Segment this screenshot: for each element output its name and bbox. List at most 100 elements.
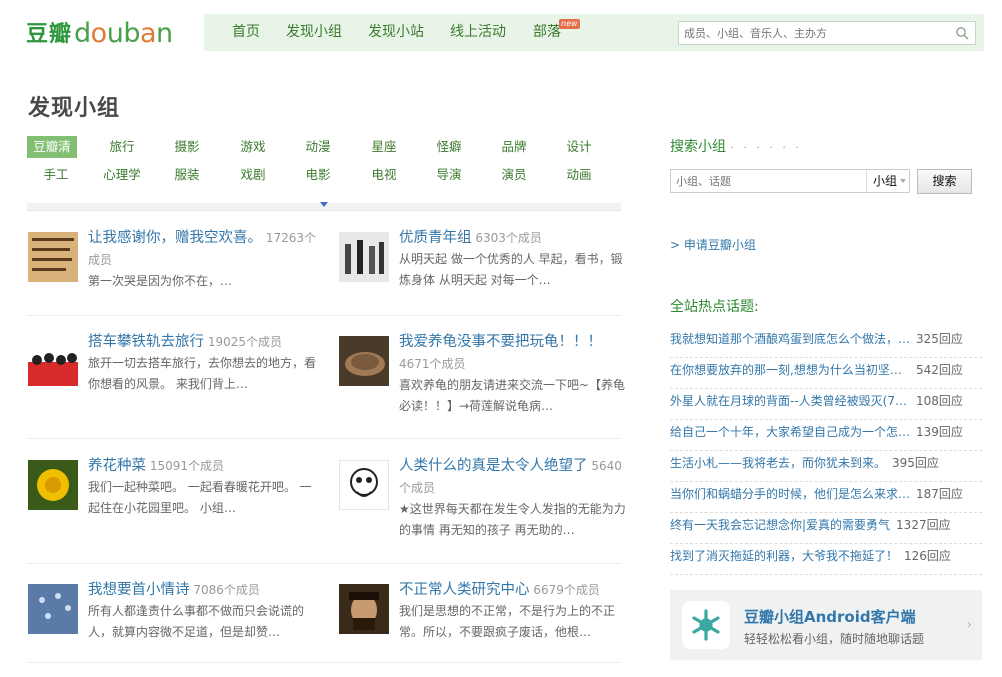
- android-app-banner[interactable]: 豆瓣小组Android客户端 轻轻松松看小组，随时随地聊话题 ›: [670, 590, 982, 660]
- group-description: 我们一起种菜吧。 一起看春暖花开吧。 一起住在小花园里吧。 小组…: [88, 480, 312, 515]
- category-tab[interactable]: 导演: [424, 164, 474, 186]
- group-member-count: 6303个成员: [475, 231, 542, 245]
- hot-topic-title[interactable]: 当你们和蜗蜡分手的时候，他们是怎么来求…: [670, 482, 910, 506]
- logo-english: douban: [74, 18, 173, 49]
- hot-topic-item: 当你们和蜗蜡分手的时候，他们是怎么来求… 187回应: [670, 482, 982, 513]
- hot-topic-title[interactable]: 终有一天我会忘记想念你|爱真的需要勇气: [670, 513, 890, 537]
- app-banner-title: 豆瓣小组Android客户端: [744, 608, 916, 626]
- hot-topic-replies: 542回应: [916, 363, 963, 377]
- group-thumbnail[interactable]: [28, 584, 78, 634]
- group-description: 第一次哭是因为你不在，…: [88, 274, 233, 288]
- category-tab[interactable]: 品牌: [489, 136, 539, 158]
- category-tab[interactable]: 摄影: [162, 136, 212, 158]
- hot-topic-replies: 108回应: [916, 394, 963, 408]
- search-icon[interactable]: [955, 26, 969, 40]
- category-tab[interactable]: 怪癖: [424, 136, 474, 158]
- category-tab[interactable]: 游戏: [228, 136, 278, 158]
- group-thumbnail[interactable]: [28, 460, 78, 510]
- row-separator: [27, 438, 621, 439]
- hot-topic-replies: 126回应: [904, 549, 951, 563]
- group-thumbnail[interactable]: [339, 232, 389, 282]
- chevron-down-icon: [900, 179, 906, 183]
- category-tab[interactable]: 旅行: [97, 136, 147, 158]
- group-name[interactable]: 搭车攀铁轨去旅行: [88, 334, 204, 350]
- hot-topics-heading: 全站热点话题:: [670, 299, 759, 315]
- group-thumbnail[interactable]: [339, 584, 389, 634]
- category-tab[interactable]: 动漫: [293, 136, 343, 158]
- hot-topic-title[interactable]: 找到了消灭拖延的利器，大爷我不拖延了！: [670, 544, 898, 568]
- group-name[interactable]: 不正常人类研究中心: [399, 582, 530, 598]
- hot-topic-item: 外星人就在月球的背面--人类曾经被毁灭(7-12) 108回应: [670, 389, 982, 420]
- group-search[interactable]: 小组: [670, 169, 910, 193]
- hot-topic-title[interactable]: 外星人就在月球的背面--人类曾经被毁灭(7-12): [670, 389, 910, 413]
- category-tab[interactable]: 电视: [359, 164, 409, 186]
- group-name[interactable]: 我想要首小情诗: [88, 582, 190, 598]
- hot-topic-item: 生活小札——我将老去，而你犹未到来。 395回应: [670, 451, 982, 482]
- hot-topic-replies: 1327回应: [896, 518, 951, 532]
- group-member-count: 6679个成员: [533, 583, 600, 597]
- category-tab[interactable]: 心理学: [97, 164, 147, 186]
- search-button[interactable]: 搜索: [917, 169, 972, 194]
- expand-categories-icon[interactable]: [320, 202, 328, 207]
- row-separator: [27, 662, 621, 663]
- site-search-input[interactable]: [679, 22, 949, 44]
- hot-topic-replies: 325回应: [916, 332, 963, 346]
- search-groups-heading: 搜索小组 · · · · · ·: [670, 139, 802, 155]
- hot-topic-item: 我就想知道那个酒酿鸡蛋到底怎么个做法，… 325回应: [670, 327, 982, 358]
- hot-topic-title[interactable]: 生活小札——我将老去，而你犹未到来。: [670, 451, 886, 475]
- nav-discover-sites[interactable]: 发现小站: [368, 14, 424, 51]
- category-tab[interactable]: 手工: [31, 164, 81, 186]
- group-thumbnail[interactable]: [28, 336, 78, 386]
- hot-topic-title[interactable]: 我就想知道那个酒酿鸡蛋到底怎么个做法，…: [670, 327, 910, 351]
- category-tab[interactable]: 动画: [554, 164, 604, 186]
- group-member-count: 4671个成员: [399, 357, 466, 371]
- page-title: 发现小组: [28, 96, 121, 121]
- app-banner-subtitle: 轻轻松松看小组，随时随地聊话题: [744, 632, 925, 646]
- group-description: 喜欢养龟的朋友请进来交流一下吧~【养龟必读！！】→荷莲解说龟病…: [399, 378, 626, 413]
- category-tab[interactable]: 演员: [489, 164, 539, 186]
- hot-topic-item: 给自己一个十年，大家希望自己成为一个怎… 139回应: [670, 420, 982, 451]
- category-tab[interactable]: 星座: [359, 136, 409, 158]
- group-name[interactable]: 人类什么的真是太令人绝望了: [399, 458, 588, 474]
- group-member-count: 7086个成员: [193, 583, 260, 597]
- hot-topic-title[interactable]: 给自己一个十年，大家希望自己成为一个怎…: [670, 420, 910, 444]
- new-badge: new: [559, 19, 580, 29]
- hot-topic-item: 在你想要放弃的那一刻,想想为什么当初坚持… 542回应: [670, 358, 982, 389]
- group-thumbnail[interactable]: [28, 232, 78, 282]
- category-tab[interactable]: 设计: [554, 136, 604, 158]
- row-separator: [27, 315, 621, 316]
- category-tab[interactable]: 豆瓣清: [27, 136, 77, 158]
- douban-logo[interactable]: 豆瓣 douban: [26, 16, 173, 50]
- group-name[interactable]: 让我感谢你，赠我空欢喜。: [88, 230, 262, 246]
- nav-tribe[interactable]: 部落: [533, 14, 561, 51]
- category-tab[interactable]: 电影: [293, 164, 343, 186]
- group-description: 我们是思想的不正常，不是行为上的不正常。所以，不要跟疯子废话，他根…: [399, 604, 616, 639]
- hot-topic-title[interactable]: 在你想要放弃的那一刻,想想为什么当初坚持…: [670, 358, 910, 382]
- hot-topic-item: 终有一天我会忘记想念你|爱真的需要勇气 1327回应: [670, 513, 982, 544]
- group-search-input[interactable]: [671, 170, 861, 192]
- group-member-count: 19025个成员: [207, 335, 283, 349]
- heading-dots: · · · · · ·: [730, 141, 802, 154]
- group-thumbnail[interactable]: [339, 336, 389, 386]
- search-type-select[interactable]: 小组: [866, 170, 910, 192]
- group-description: ★这世界每天都在发生令人发指的无能为力的事情 再无知的孩子 再无助的…: [399, 502, 626, 537]
- chevron-right-icon: ›: [966, 617, 972, 633]
- group-name[interactable]: 优质青年组: [399, 230, 472, 246]
- nav-home[interactable]: 首页: [232, 14, 260, 51]
- hot-topic-replies: 187回应: [916, 487, 963, 501]
- group-description: 旅开一切去搭车旅行，去你想去的地方，看你想看的风景。 来我们背上…: [88, 356, 317, 391]
- category-tab[interactable]: 戏剧: [228, 164, 278, 186]
- group-name[interactable]: 我爱养龟没事不要把玩龟！！！: [399, 334, 602, 350]
- group-thumbnail[interactable]: [339, 460, 389, 510]
- apply-group-link[interactable]: > 申请豆瓣小组: [670, 236, 756, 253]
- group-description: 从明天起 做一个优秀的人 早起，看书，锻炼身体 从明天起 对每一个…: [399, 252, 623, 287]
- hot-topic-replies: 139回应: [916, 425, 963, 439]
- category-tab[interactable]: 服装: [162, 164, 212, 186]
- hot-topic-replies: 395回应: [892, 456, 939, 470]
- site-search[interactable]: [678, 21, 976, 45]
- nav-discover-groups[interactable]: 发现小组: [286, 14, 342, 51]
- android-app-icon: [682, 601, 730, 649]
- nav-online-events[interactable]: 线上活动: [450, 14, 506, 51]
- group-name[interactable]: 养花种菜: [88, 458, 146, 474]
- hot-topic-item: 找到了消灭拖延的利器，大爷我不拖延了！ 126回应: [670, 544, 982, 575]
